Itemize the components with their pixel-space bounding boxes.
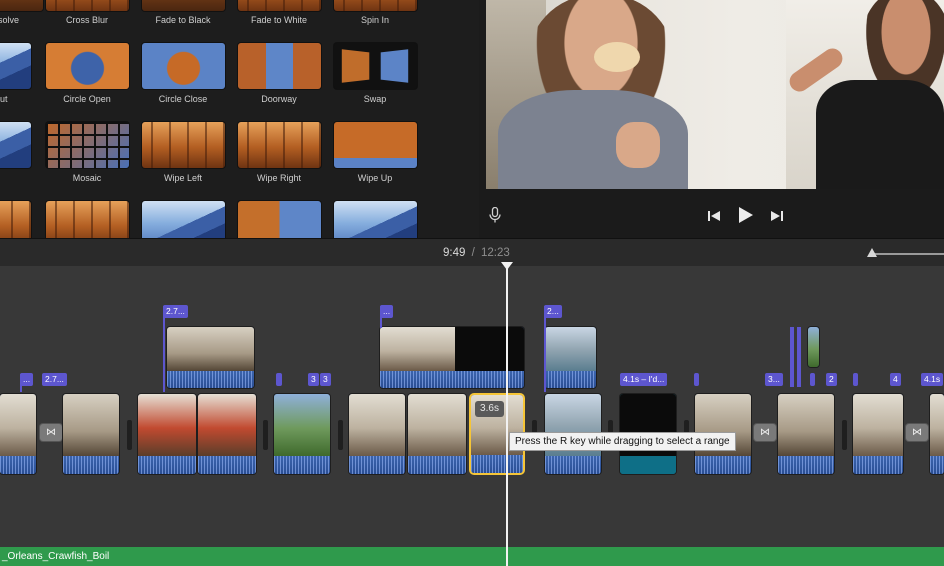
transport-bar <box>479 189 944 238</box>
title-flag[interactable]: 3 <box>308 373 319 386</box>
transition-thumb-wipe-right[interactable] <box>238 122 321 168</box>
connected-clip[interactable] <box>167 327 254 388</box>
transition-thumb-cut[interactable] <box>0 43 31 89</box>
playhead[interactable] <box>506 262 508 566</box>
title-flag[interactable] <box>810 373 815 386</box>
timeline-header: 9:49 / 12:23 <box>0 238 944 267</box>
title-flag[interactable]: 2 <box>826 373 837 386</box>
transition-thumb-circle-open[interactable] <box>46 43 129 89</box>
transition-thumb-partial[interactable] <box>0 122 31 168</box>
transition-label: Wipe Right <box>256 173 301 183</box>
transition-thumb-cross-blur[interactable] <box>46 0 129 11</box>
video-clip[interactable] <box>930 394 944 474</box>
video-clip[interactable] <box>349 394 405 474</box>
title-flag[interactable]: 2.7... <box>42 373 67 386</box>
video-clip[interactable] <box>0 394 36 474</box>
clip-gap <box>263 420 268 450</box>
transition-label: Fade to White <box>250 15 308 25</box>
play-icon[interactable] <box>737 206 755 224</box>
title-flag[interactable]: 2.7... <box>163 305 188 318</box>
clip-gap <box>842 420 847 450</box>
title-flag[interactable]: 4.1s <box>921 373 944 386</box>
transitions-browser: solve Cross Blur Fade to Black Fade to W… <box>0 0 479 238</box>
transition-thumb-wipe-up[interactable] <box>334 122 417 168</box>
transition-thumb-swap[interactable] <box>334 43 417 89</box>
bowtie-icon[interactable]: ⋈ <box>906 424 928 441</box>
zoom-slider-knob[interactable] <box>867 248 877 257</box>
transition-thumb-circle-close[interactable] <box>142 43 225 89</box>
person-left-hand <box>616 122 660 168</box>
skip-back-icon[interactable] <box>707 209 721 221</box>
transition-thumb-doorway[interactable] <box>238 43 321 89</box>
transition-thumb-mosaic[interactable] <box>46 122 129 168</box>
transition-label: Wipe Left <box>163 173 203 183</box>
total-duration: 12:23 <box>481 247 510 259</box>
video-preview[interactable] <box>486 0 944 189</box>
connected-marker[interactable] <box>790 327 794 387</box>
transition-thumb-spin-in[interactable] <box>334 0 417 11</box>
video-clip[interactable] <box>853 394 903 474</box>
current-time: 9:49 <box>443 247 466 259</box>
transition-thumb-wipe-left[interactable] <box>142 122 225 168</box>
video-clip[interactable] <box>138 394 196 474</box>
time-separator: / <box>471 247 475 259</box>
viewer-panel <box>479 0 944 238</box>
person-right-shirt <box>816 80 944 189</box>
transition-thumb[interactable] <box>142 201 225 238</box>
title-flag[interactable]: 2... <box>544 305 562 318</box>
transition-thumb[interactable] <box>46 201 129 238</box>
clip-duration-badge: 3.6s <box>475 401 504 417</box>
transition-label: Circle Open <box>63 94 111 104</box>
music-track[interactable]: _Orleans_Crawfish_Boil <box>0 547 944 566</box>
transition-label: Cross Blur <box>65 15 108 25</box>
transition-label: Circle Close <box>158 94 208 104</box>
video-clip[interactable] <box>198 394 256 474</box>
video-clip[interactable] <box>778 394 834 474</box>
range-select-tooltip: Press the R key while dragging to select… <box>509 432 736 451</box>
bowtie-icon[interactable]: ⋈ <box>754 424 776 441</box>
transition-thumb-fade-to-white[interactable] <box>238 0 321 11</box>
title-flag[interactable]: ... <box>20 373 34 386</box>
transition-thumb[interactable] <box>0 201 31 238</box>
title-flag[interactable]: 3... <box>765 373 783 386</box>
microphone-icon[interactable] <box>488 206 502 223</box>
transition-label: Mosaic <box>72 173 102 183</box>
transition-label: Fade to Black <box>155 15 211 25</box>
transition-thumb[interactable] <box>238 201 321 238</box>
connected-clip[interactable] <box>808 327 819 367</box>
transition-label: Wipe Up <box>357 173 393 183</box>
transition-label: Spin In <box>360 15 390 25</box>
title-flag[interactable] <box>853 373 858 386</box>
skip-forward-icon[interactable] <box>769 209 783 221</box>
video-clip[interactable] <box>408 394 466 474</box>
transition-thumb-fade-to-black[interactable] <box>142 0 225 11</box>
video-clip[interactable] <box>63 394 119 474</box>
title-flag-pole <box>163 306 165 392</box>
title-flag[interactable] <box>694 373 699 386</box>
transition-thumb[interactable] <box>334 201 417 238</box>
transition-label: Swap <box>363 94 387 104</box>
title-flag-pole <box>544 306 546 392</box>
connected-clip[interactable] <box>545 327 596 388</box>
timecode-display: 9:49 / 12:23 <box>443 247 510 259</box>
title-flag[interactable]: 3 <box>320 373 331 386</box>
bowtie-icon[interactable]: ⋈ <box>40 424 62 441</box>
clip-gap <box>338 420 343 450</box>
transition-thumb-dissolve[interactable] <box>0 0 43 11</box>
clip-gap <box>127 420 132 450</box>
transition-label: solve <box>0 15 19 25</box>
connected-clip[interactable] <box>380 327 524 388</box>
zoom-slider-track[interactable] <box>871 253 944 255</box>
playhead-handle[interactable] <box>501 262 513 270</box>
title-flag[interactable] <box>276 373 282 386</box>
title-flag[interactable]: 4 <box>890 373 901 386</box>
connected-marker[interactable] <box>797 327 801 387</box>
video-clip[interactable] <box>274 394 330 474</box>
transition-label: Doorway <box>261 94 297 104</box>
title-flag[interactable]: 4.1s – I'd... <box>620 373 668 386</box>
object-on-face <box>594 42 640 72</box>
title-flag[interactable]: ... <box>380 305 394 318</box>
